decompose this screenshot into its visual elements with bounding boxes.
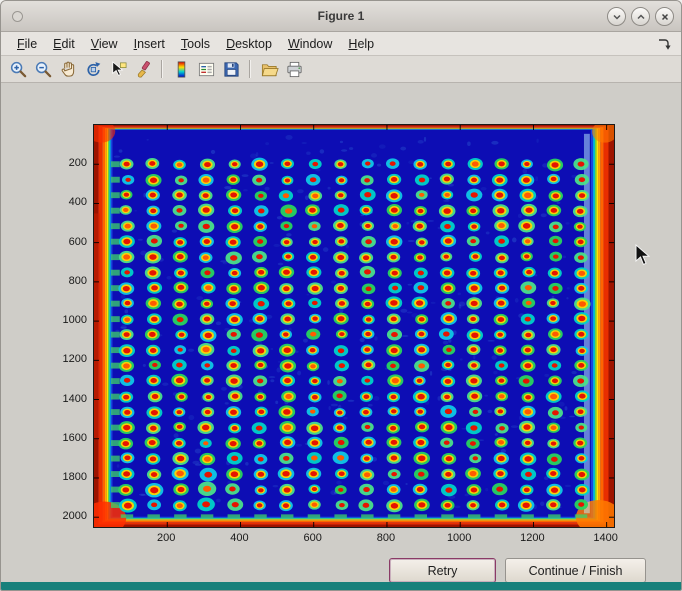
- menu-items: FileEditViewInsertToolsDesktopWindowHelp: [9, 35, 382, 53]
- zoom-out-icon[interactable]: [32, 58, 54, 80]
- pan-icon[interactable]: [57, 58, 79, 80]
- menu-item-help[interactable]: Help: [340, 35, 382, 53]
- toolbar-separator: [161, 60, 163, 78]
- y-tick-label: 400: [53, 196, 87, 208]
- figure-canvas-area: 200 400 600 800 1000 1200 1400 1600 1800 2000 200 4…: [1, 83, 681, 586]
- y-tick-label: 200: [53, 157, 87, 169]
- y-tick-label: 1000: [53, 314, 87, 326]
- y-tick-label: 1800: [53, 471, 87, 483]
- menu-item-desktop[interactable]: Desktop: [218, 35, 280, 53]
- bottom-edge: [1, 582, 681, 590]
- print-figure-icon[interactable]: [283, 58, 305, 80]
- y-tick-label: 2000: [53, 510, 87, 522]
- menu-item-edit[interactable]: Edit: [45, 35, 83, 53]
- insert-legend-icon[interactable]: [195, 58, 217, 80]
- dock-figure-icon[interactable]: [657, 37, 673, 51]
- x-tick-label: 800: [364, 532, 408, 544]
- plot-axes: [93, 124, 615, 528]
- x-tick-label: 200: [144, 532, 188, 544]
- close-window-button[interactable]: [655, 7, 674, 26]
- x-tick-label: 1000: [437, 532, 481, 544]
- figure-window: Figure 1 FileEditViewInsertToolsDesktopW…: [0, 0, 682, 591]
- menu-item-window[interactable]: Window: [280, 35, 340, 53]
- rotate-3d-icon[interactable]: [82, 58, 104, 80]
- shade-window-button[interactable]: [607, 7, 626, 26]
- data-cursor-icon[interactable]: [107, 58, 129, 80]
- y-tick-label: 1400: [53, 393, 87, 405]
- maximize-window-button[interactable]: [631, 7, 650, 26]
- menu-item-insert[interactable]: Insert: [126, 35, 173, 53]
- retry-button[interactable]: Retry: [389, 558, 496, 583]
- window-title: Figure 1: [318, 9, 365, 23]
- y-tick-label: 600: [53, 236, 87, 248]
- x-tick-label: 1400: [584, 532, 628, 544]
- y-tick-label: 800: [53, 275, 87, 287]
- x-tick-label: 400: [217, 532, 261, 544]
- menu-item-view[interactable]: View: [83, 35, 126, 53]
- y-tick-label: 1600: [53, 432, 87, 444]
- menu-item-tools[interactable]: Tools: [173, 35, 218, 53]
- insert-colorbar-icon[interactable]: [170, 58, 192, 80]
- y-tick-label: 1200: [53, 353, 87, 365]
- title-bar[interactable]: Figure 1: [1, 1, 681, 32]
- x-tick-label: 600: [291, 532, 335, 544]
- menu-bar: FileEditViewInsertToolsDesktopWindowHelp: [1, 32, 681, 56]
- window-menu-button[interactable]: [12, 11, 23, 22]
- continue-finish-button[interactable]: Continue / Finish: [505, 558, 646, 583]
- figure-toolbar: [1, 56, 681, 83]
- heatmap-image[interactable]: [94, 125, 614, 527]
- save-figure-icon[interactable]: [220, 58, 242, 80]
- window-controls: [607, 7, 674, 26]
- menu-item-file[interactable]: File: [9, 35, 45, 53]
- toolbar-separator: [249, 60, 251, 78]
- brush-icon[interactable]: [132, 58, 154, 80]
- zoom-in-icon[interactable]: [7, 58, 29, 80]
- open-file-icon[interactable]: [258, 58, 280, 80]
- x-tick-label: 1200: [510, 532, 554, 544]
